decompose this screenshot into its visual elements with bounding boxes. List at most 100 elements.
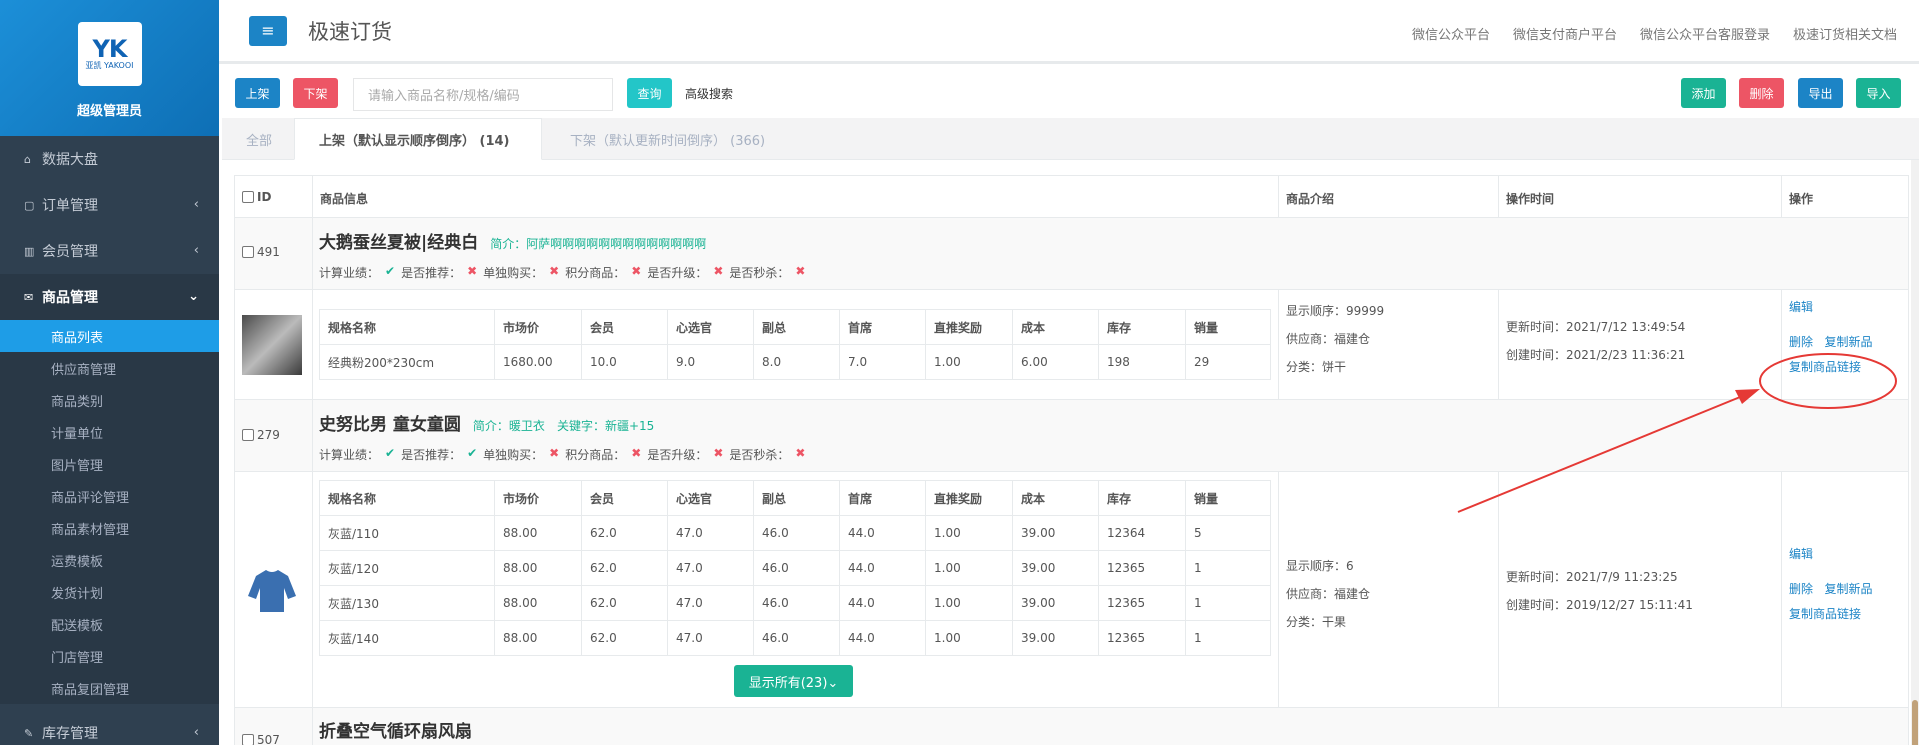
add-button[interactable]: 添加 xyxy=(1681,78,1726,108)
grid-line xyxy=(1498,472,1499,708)
product-thumbnail[interactable] xyxy=(242,315,302,375)
flag-label: 是否升级： xyxy=(647,448,708,462)
product-name[interactable]: 史努比男 童女童圆 简介：暖卫衣 关键字：新疆+15 xyxy=(319,410,654,435)
sidebar-item-orders[interactable]: ▢ 订单管理 ‹ xyxy=(0,182,219,228)
spec-cell: 62.0 xyxy=(581,515,668,551)
show-all-specs-button[interactable]: 显示所有(23)⌄ xyxy=(734,665,853,697)
spec-cell: 47.0 xyxy=(667,515,754,551)
query-button[interactable]: 查询 xyxy=(627,78,672,108)
sidebar-subitem-materials[interactable]: 商品素材管理 xyxy=(0,512,219,544)
spec-header-row: 规格名称 市场价 会员 心选官 副总 首席 直推奖励 成本 库存 销量 xyxy=(319,309,1271,345)
delete-link[interactable]: 删除 xyxy=(1789,335,1813,349)
spec-cell: 1 xyxy=(1185,550,1271,586)
copy-product-url-link[interactable]: 复制商品链接 xyxy=(1789,605,1872,622)
scrollbar[interactable] xyxy=(1911,160,1919,745)
flag-label: 计算业绩： xyxy=(319,448,380,462)
sidebar-item-inventory[interactable]: ✎ 库存管理 ‹ xyxy=(0,710,219,745)
spec-row: 灰蓝/130 88.00 62.0 47.0 46.0 44.0 1.00 39.00 1236… xyxy=(319,585,1271,621)
spec-row: 灰蓝/140 88.00 62.0 47.0 46.0 44.0 1.00 39.00 1236… xyxy=(319,620,1271,656)
tab-off-shelf[interactable]: 下架（默认更新时间倒序） (366) xyxy=(570,118,765,160)
search-input[interactable]: 请输入商品名称/规格/编码 xyxy=(353,78,613,111)
advanced-search-link[interactable]: 高级搜索 xyxy=(685,85,733,102)
product-name[interactable]: 折叠空气循环扇风扇 xyxy=(319,717,472,742)
grid-line xyxy=(1498,290,1499,400)
tab-all[interactable]: 全部 xyxy=(246,118,272,160)
spec-col: 副总 xyxy=(753,480,840,516)
spec-cell: 1.00 xyxy=(925,620,1013,656)
sidebar-subitem-images[interactable]: 图片管理 xyxy=(0,448,219,480)
page-title: 极速订货 xyxy=(308,19,392,44)
product-row: 491 大鹅蚕丝夏被|经典白 简介：阿萨啊啊啊啊啊啊啊啊啊啊啊啊啊 计算业绩： ✔ … xyxy=(234,218,1909,290)
sidebar-subitem-suppliers[interactable]: 供应商管理 xyxy=(0,352,219,384)
spec-cell: 29 xyxy=(1185,344,1271,380)
spec-cell: 62.0 xyxy=(581,585,668,621)
sidebar-item-label: 库存管理 xyxy=(42,726,98,742)
spec-cell: 5 xyxy=(1185,515,1271,551)
supplier: 供应商：福建仓 xyxy=(1286,587,1371,601)
link-wechat-pay-merchant[interactable]: 微信支付商户平台 xyxy=(1513,24,1617,43)
edit-link[interactable]: 编辑 xyxy=(1789,545,1872,562)
spec-col: 首席 xyxy=(839,309,926,345)
product-thumbnail[interactable] xyxy=(242,558,302,618)
export-button[interactable]: 导出 xyxy=(1798,78,1843,108)
spec-cell: 灰蓝/120 xyxy=(319,550,495,586)
chevron-left-icon: ‹ xyxy=(193,197,199,212)
link-docs[interactable]: 极速订货相关文档 xyxy=(1793,24,1897,43)
select-all-checkbox[interactable] xyxy=(242,191,254,203)
spec-cell: 46.0 xyxy=(753,550,840,586)
sidebar-item-members[interactable]: ▥ 会员管理 ‹ xyxy=(0,228,219,274)
sidebar-subitem-reviews[interactable]: 商品评论管理 xyxy=(0,480,219,512)
spec-col: 会员 xyxy=(581,309,668,345)
spec-cell: 39.00 xyxy=(1012,585,1099,621)
menu-toggle-button[interactable]: ≡ xyxy=(249,15,287,46)
spec-col: 心选官 xyxy=(667,309,754,345)
cross-icon: ✖ xyxy=(631,446,642,460)
logo-mark: YK xyxy=(92,35,128,63)
sidebar-subitem-shipping-templates[interactable]: 运费模板 xyxy=(0,544,219,576)
sidebar-subitem-product-list[interactable]: 商品列表 xyxy=(0,320,219,352)
check-icon: ✔ xyxy=(385,264,396,278)
link-wechat-platform[interactable]: 微信公众平台 xyxy=(1412,24,1490,43)
take-off-shelf-button[interactable]: 下架 xyxy=(293,78,338,108)
row-checkbox[interactable] xyxy=(242,734,254,745)
row-checkbox[interactable] xyxy=(242,246,254,258)
delete-link[interactable]: 删除 xyxy=(1789,582,1813,596)
list-on-shelf-button[interactable]: 上架 xyxy=(235,78,280,108)
cross-icon: ✖ xyxy=(467,264,478,278)
spec-cell: 9.0 xyxy=(667,344,754,380)
spec-cell: 6.00 xyxy=(1012,344,1099,380)
sidebar-item-dashboard[interactable]: ⌂ 数据大盘 xyxy=(0,136,219,182)
sidebar-subitem-categories[interactable]: 商品类别 xyxy=(0,384,219,416)
sidebar-subitem-delivery-plan[interactable]: 发货计划 xyxy=(0,576,219,608)
sidebar-item-label: 商品管理 xyxy=(42,290,98,306)
table-grid: ID 商品信息 商品介绍 操作时间 操作 491 大鹅蚕丝夏被|经典白 简介：阿萨… xyxy=(234,175,1909,745)
delete-button[interactable]: 删除 xyxy=(1739,78,1784,108)
scrollbar-thumb[interactable] xyxy=(1912,700,1918,745)
row-checkbox[interactable] xyxy=(242,429,254,441)
sidebar-item-products[interactable]: ✉ 商品管理 ⌄ xyxy=(0,274,219,320)
product-flags: 计算业绩： ✔ 是否推荐： ✔ 单独购买： ✖ 积分商品： ✖ 是否升级： ✖ 是否秒杀：… xyxy=(319,446,805,463)
edit-link[interactable]: 编辑 xyxy=(1789,298,1872,315)
product-row: 279 史努比男 童女童圆 简介：暖卫衣 关键字：新疆+15 计算业绩： ✔ 是否推荐… xyxy=(234,400,1909,472)
spec-cell: 47.0 xyxy=(667,550,754,586)
link-wechat-support-login[interactable]: 微信公众平台客服登录 xyxy=(1640,24,1770,43)
product-name[interactable]: 大鹅蚕丝夏被|经典白 简介：阿萨啊啊啊啊啊啊啊啊啊啊啊啊啊 xyxy=(319,228,706,253)
user-role[interactable]: 超级管理员 xyxy=(77,100,142,119)
tab-on-shelf[interactable]: 上架（默认显示顺序倒序） (14) xyxy=(294,118,542,160)
spec-cell: 62.0 xyxy=(581,620,668,656)
sidebar-subitem-distribution-templates[interactable]: 配送模板 xyxy=(0,608,219,640)
chevron-left-icon: ‹ xyxy=(193,725,199,740)
copy-product-link[interactable]: 复制新品 xyxy=(1824,335,1872,349)
product-intro: 简介：暖卫衣 xyxy=(472,419,545,433)
sidebar-subitem-units[interactable]: 计量单位 xyxy=(0,416,219,448)
copy-product-url-link[interactable]: 复制商品链接 xyxy=(1789,358,1872,375)
sidebar-subitem-stores[interactable]: 门店管理 xyxy=(0,640,219,672)
spec-cell: 1 xyxy=(1185,585,1271,621)
flag-label: 单独购买： xyxy=(483,266,544,280)
import-button[interactable]: 导入 xyxy=(1856,78,1901,108)
display-order: 显示顺序：6 xyxy=(1286,559,1354,573)
sidebar-subitem-group-buy[interactable]: 商品复团管理 xyxy=(0,672,219,704)
check-icon: ✔ xyxy=(467,446,478,460)
spec-cell: 12365 xyxy=(1098,585,1186,621)
copy-product-link[interactable]: 复制新品 xyxy=(1824,582,1872,596)
